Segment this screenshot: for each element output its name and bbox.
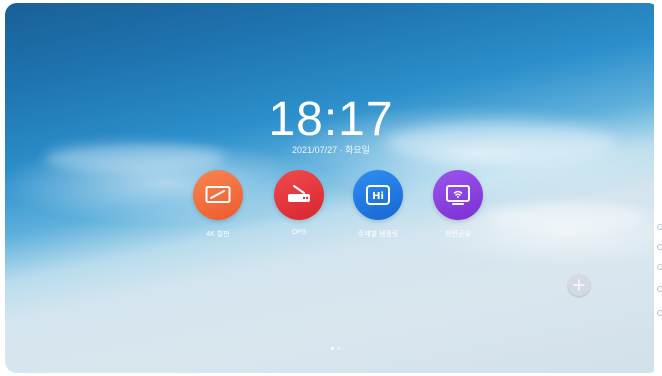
router-icon	[274, 170, 324, 220]
side-toolbar-button[interactable]	[657, 310, 662, 316]
hi-template-icon: Hi	[353, 170, 403, 220]
app-screen-share[interactable]: 화면공유	[418, 170, 498, 239]
app-ops[interactable]: OPS	[259, 170, 339, 236]
svg-text:Hi: Hi	[372, 191, 384, 202]
app-whiteboard[interactable]: 4K 칠판	[178, 170, 258, 239]
page-dot	[331, 347, 334, 350]
app-label: 화면공유	[445, 231, 471, 238]
screen-share-icon	[433, 170, 483, 220]
app-label: 주제별 템플릿	[357, 231, 399, 238]
floating-menu-button[interactable]	[568, 274, 590, 296]
side-toolbar-button[interactable]	[657, 264, 662, 270]
app-theme-template[interactable]: Hi 주제별 템플릿	[338, 170, 418, 239]
side-toolbar-button[interactable]	[657, 224, 662, 230]
page-dot	[337, 347, 340, 350]
app-label: OPS	[291, 229, 307, 236]
wave-foam	[485, 203, 645, 231]
side-toolbar	[654, 0, 662, 376]
clock-date: 2021/07/27 · 화요일	[292, 145, 370, 155]
app-label: 4K 칠판	[206, 231, 230, 238]
clock-time: 18:17	[268, 93, 394, 146]
side-toolbar-button[interactable]	[657, 244, 662, 250]
whiteboard-icon	[193, 170, 243, 220]
floating-menu-icon	[573, 279, 585, 291]
side-toolbar-button[interactable]	[657, 286, 662, 292]
page-indicator[interactable]	[331, 347, 340, 350]
